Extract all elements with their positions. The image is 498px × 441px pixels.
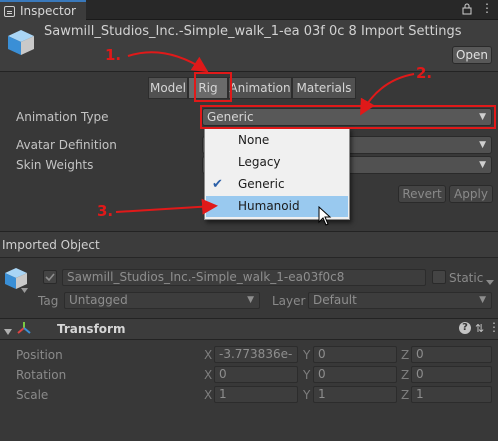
arrow-to-animation-type bbox=[360, 73, 415, 116]
annotation-arrows bbox=[115, 51, 415, 215]
arrow-to-humanoid bbox=[115, 198, 218, 215]
arrow-to-rig-tab bbox=[127, 51, 209, 73]
